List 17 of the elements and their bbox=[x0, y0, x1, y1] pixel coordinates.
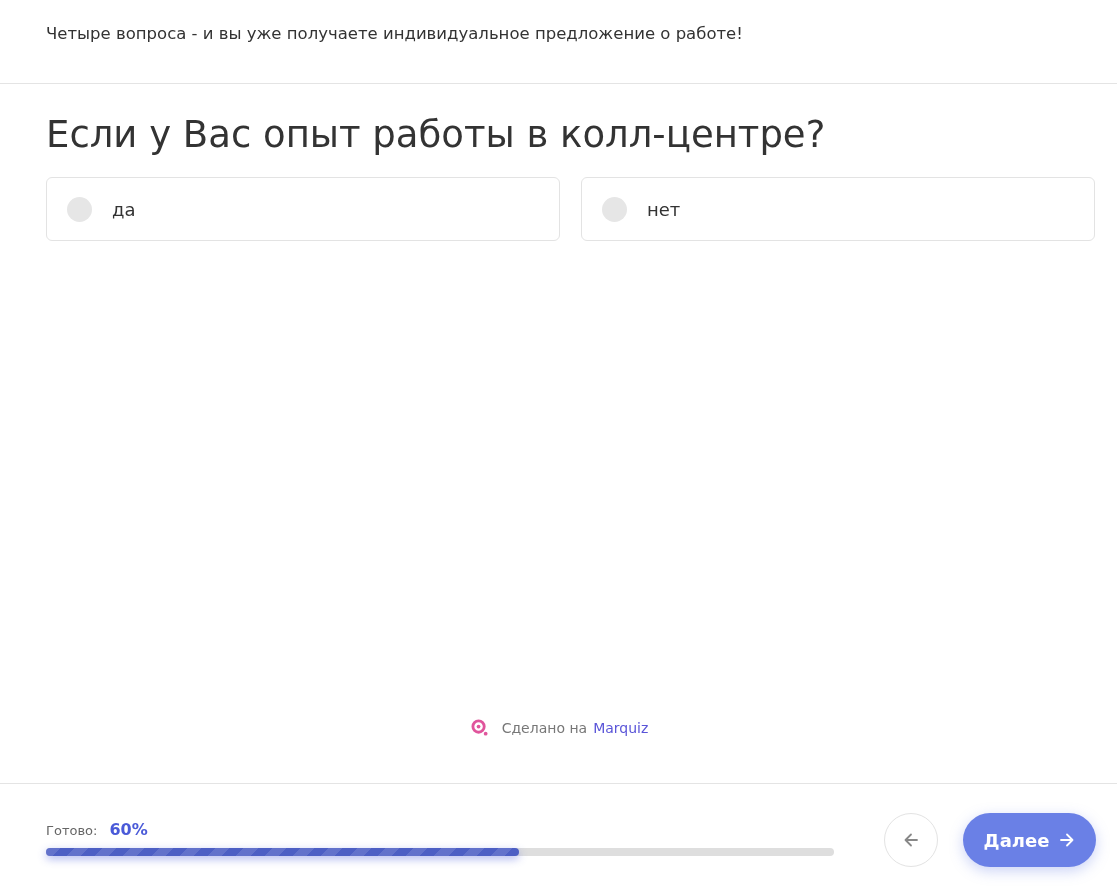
progress-label: Готово: bbox=[46, 823, 98, 838]
question-title: Если у Вас опыт работы в колл-центре? bbox=[46, 112, 826, 158]
option-label: да bbox=[112, 198, 136, 220]
answer-option[interactable]: да bbox=[46, 177, 560, 241]
radio-button[interactable] bbox=[602, 196, 627, 222]
right-arrow-icon bbox=[1059, 832, 1076, 848]
progress-value: 60% bbox=[109, 820, 148, 839]
next-button[interactable]: Далее bbox=[963, 813, 1096, 867]
radio-button[interactable] bbox=[67, 196, 92, 222]
option-label: нет bbox=[647, 198, 681, 220]
marquiz-link[interactable]: Marquiz bbox=[593, 719, 649, 736]
intro-text: Четыре вопроса - и вы уже получаете индивидуальное предложение о работе! bbox=[46, 23, 743, 45]
credit-text: Сделано на bbox=[501, 719, 588, 736]
left-arrow-icon bbox=[903, 832, 919, 848]
target-logo-icon bbox=[470, 719, 488, 736]
back-button[interactable] bbox=[884, 813, 938, 867]
answer-option[interactable]: нет bbox=[581, 177, 1095, 241]
